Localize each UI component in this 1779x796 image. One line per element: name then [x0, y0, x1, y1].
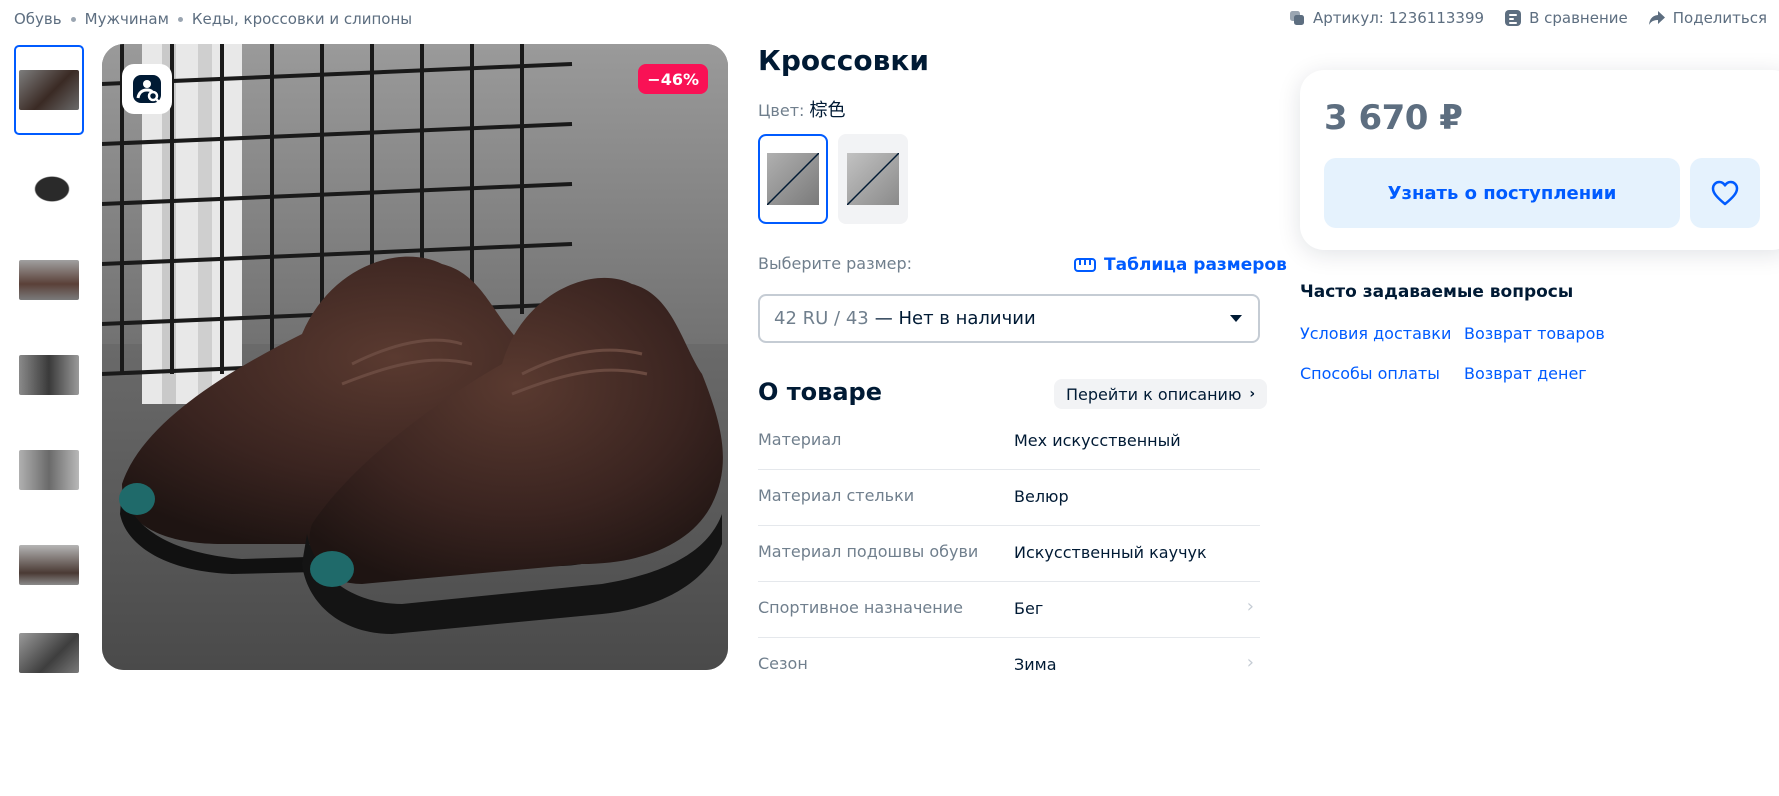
spec-value: Зима: [1014, 655, 1057, 674]
color-label: Цвет:: [758, 101, 805, 120]
price-card: 3 670 ₽ Узнать о поступлении: [1300, 70, 1779, 250]
chevron-right-icon: ›: [1249, 386, 1256, 402]
swatch-image: [847, 153, 899, 205]
size-select-size: 42 RU / 43: [774, 308, 869, 329]
main-product-photo[interactable]: −46%: [102, 44, 728, 670]
thumbnail-6[interactable]: [14, 520, 84, 610]
image-search-button[interactable]: [122, 64, 172, 114]
specs-list: Материал Мех искусственный Материал стел…: [758, 414, 1260, 694]
spec-key: Материал подошвы обуви: [758, 542, 979, 561]
spec-row: Материал подошвы обуви Искусственный кау…: [758, 526, 1260, 582]
compare-label: В сравнение: [1529, 9, 1628, 27]
thumbnail-image: [19, 633, 79, 673]
spec-row: Материал стельки Велюр: [758, 470, 1260, 526]
spec-row-link[interactable]: Спортивное назначение Бег ›: [758, 582, 1260, 638]
faq-link-delivery[interactable]: Условия доставки: [1300, 324, 1451, 343]
ruler-icon: [1074, 258, 1096, 272]
faq-link-refund[interactable]: Возврат денег: [1464, 364, 1587, 383]
thumbnail-3[interactable]: [14, 235, 84, 325]
thumbnail-image: [19, 70, 79, 110]
thumbnail-4[interactable]: [14, 330, 84, 420]
color-swatch-1[interactable]: [758, 134, 828, 224]
favorite-button[interactable]: [1690, 158, 1760, 228]
copy-icon: [1290, 11, 1304, 25]
spec-row-link[interactable]: Сезон Зима ›: [758, 638, 1260, 694]
breadcrumb-separator: [70, 16, 76, 22]
unavailable-strike-icon: [767, 153, 819, 205]
spec-key: Спортивное назначение: [758, 598, 963, 617]
chevron-right-icon: ›: [1246, 596, 1254, 617]
breadcrumb-separator: [177, 16, 183, 22]
spec-key: Материал: [758, 430, 842, 449]
spec-value: Бег: [1014, 599, 1044, 618]
breadcrumb: Обувь Мужчинам Кеды, кроссовки и слипоны: [14, 8, 412, 30]
caret-down-icon: [1230, 315, 1242, 322]
swatch-image: [767, 153, 819, 205]
color-value: 棕色: [809, 100, 846, 121]
price: 3 670 ₽: [1324, 98, 1463, 138]
thumbnail-7[interactable]: [14, 615, 84, 675]
compare-icon: [1505, 10, 1522, 26]
faq-link-payment[interactable]: Способы оплаты: [1300, 364, 1440, 383]
image-search-icon: [133, 75, 161, 103]
spec-value: Велюр: [1014, 487, 1069, 506]
top-actions: Артикул: 1236113399 В сравнение Поделить…: [1288, 6, 1767, 30]
product-title: Кроссовки: [758, 44, 929, 77]
sneakers-photo: [102, 44, 728, 670]
share-button[interactable]: Поделиться: [1648, 9, 1767, 27]
spec-value: Мех искусственный: [1014, 431, 1181, 450]
spec-value: Искусственный каучук: [1014, 543, 1207, 562]
discount-badge: −46%: [638, 64, 708, 94]
color-row: Цвет: 棕色: [758, 96, 846, 122]
breadcrumb-item-sneakers[interactable]: Кеды, кроссовки и слипоны: [192, 10, 412, 28]
size-label: Выберите размер:: [758, 254, 913, 273]
heart-icon: [1711, 180, 1739, 206]
size-table-link[interactable]: Таблица размеров: [1074, 255, 1287, 275]
color-swatch-2[interactable]: [838, 134, 908, 224]
size-select[interactable]: 42 RU / 43 — Нет в наличии: [758, 294, 1260, 343]
thumbnail-image: [19, 355, 79, 395]
faq-title: Часто задаваемые вопросы: [1300, 282, 1574, 302]
thumbnail-image: [19, 545, 79, 585]
breadcrumb-item-shoes[interactable]: Обувь: [14, 10, 62, 28]
notify-availability-button[interactable]: Узнать о поступлении: [1324, 158, 1680, 228]
thumbnail-2[interactable]: [14, 140, 84, 230]
spec-key: Сезон: [758, 654, 808, 673]
size-select-status: — Нет в наличии: [874, 308, 1036, 329]
thumbnail-image: [19, 260, 79, 300]
sku-label: Артикул: 1236113399: [1313, 9, 1485, 27]
go-to-description-label: Перейти к описанию: [1066, 384, 1242, 404]
spec-key: Материал стельки: [758, 486, 915, 505]
thumbnail-image: [19, 450, 79, 490]
go-to-description-button[interactable]: Перейти к описанию ›: [1054, 379, 1268, 409]
about-title: О товаре: [758, 378, 882, 406]
chevron-right-icon: ›: [1246, 652, 1254, 673]
thumbnail-1[interactable]: [14, 45, 84, 135]
breadcrumb-item-men[interactable]: Мужчинам: [85, 10, 169, 28]
share-label: Поделиться: [1672, 9, 1767, 27]
spec-row: Материал Мех искусственный: [758, 414, 1260, 470]
share-arrow-icon: [1648, 11, 1665, 25]
thumbnail-image: [19, 165, 79, 205]
compare-button[interactable]: В сравнение: [1504, 9, 1628, 27]
sku-copy-button[interactable]: Артикул: 1236113399: [1288, 9, 1484, 27]
unavailable-strike-icon: [847, 153, 899, 205]
faq-link-returns[interactable]: Возврат товаров: [1464, 324, 1605, 343]
size-table-label: Таблица размеров: [1104, 255, 1287, 275]
thumbnail-5[interactable]: [14, 425, 84, 515]
